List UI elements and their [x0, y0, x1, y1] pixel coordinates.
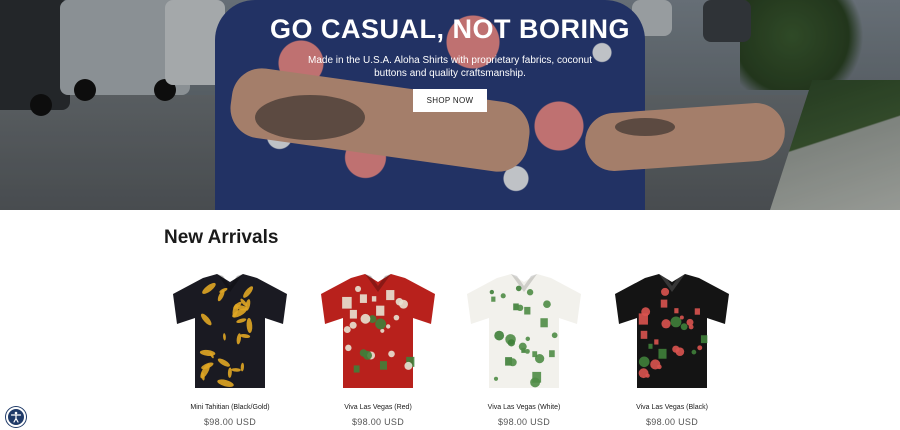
hero-banner: GO CASUAL, NOT BORING Made in the U.S.A.…: [0, 0, 900, 210]
hero-subtitle: Made in the U.S.A. Aloha Shirts with pro…: [307, 55, 593, 79]
product-card[interactable]: Viva Las Vegas (Black) $98.00 USD: [602, 272, 742, 430]
print-motif: [679, 315, 684, 320]
print-motif: [355, 285, 362, 292]
print-motif: [376, 305, 385, 316]
print-motif: [491, 296, 496, 302]
print-motif: [654, 339, 659, 345]
product-card[interactable]: Viva Las Vegas (White) $98.00 USD: [454, 272, 594, 430]
product-image[interactable]: [313, 272, 443, 394]
product-card[interactable]: Mini Tahitian (Black/Gold) $98.00 USD: [160, 272, 300, 430]
print-motif: [540, 318, 548, 328]
print-motif: [661, 287, 670, 296]
print-motif: [694, 308, 700, 315]
print-motif: [388, 350, 395, 358]
print-motif: [508, 358, 517, 367]
print-motif: [375, 318, 387, 330]
product-name[interactable]: Viva Las Vegas (Black): [602, 404, 742, 411]
product-grid: Mini Tahitian (Black/Gold) $98.00 USD Vi…: [160, 272, 750, 430]
product-image[interactable]: [607, 272, 737, 394]
print-motif: [380, 328, 385, 333]
print-motif: [525, 336, 530, 342]
product-name[interactable]: Viva Las Vegas (White): [454, 404, 594, 411]
hero-title: GO CASUAL, NOT BORING: [270, 14, 630, 44]
print-motif: [638, 313, 648, 325]
print-motif: [532, 371, 542, 383]
product-name[interactable]: Mini Tahitian (Black/Gold): [160, 404, 300, 411]
print-motif: [638, 356, 650, 368]
print-motif: [549, 350, 555, 358]
print-motif: [645, 373, 650, 378]
print-motif: [524, 348, 530, 354]
print-motif: [500, 293, 506, 299]
print-motif: [516, 304, 524, 312]
print-motif: [534, 354, 545, 364]
shop-now-button[interactable]: SHOP NOW: [413, 89, 487, 112]
print-motif: [640, 330, 648, 339]
print-motif: [489, 289, 495, 295]
product-name[interactable]: Viva Las Vegas (Red): [308, 404, 448, 411]
print-motif: [515, 285, 522, 292]
new-arrivals-title: New Arrivals: [164, 227, 279, 248]
print-motif: [360, 313, 371, 324]
product-image[interactable]: [165, 272, 295, 394]
print-motif: [386, 324, 391, 329]
print-motif: [359, 294, 367, 303]
print-motif: [543, 300, 551, 309]
print-motif: [343, 326, 351, 334]
print-motif: [353, 365, 360, 373]
print-motif: [526, 289, 534, 296]
product-price: $98.00 USD: [203, 417, 257, 427]
print-motif: [674, 308, 679, 314]
print-motif: [657, 364, 662, 370]
product-image[interactable]: [459, 272, 589, 394]
print-motif: [661, 319, 671, 329]
print-motif: [345, 344, 352, 352]
print-motif: [686, 318, 694, 326]
accessibility-button[interactable]: [6, 407, 26, 427]
print-motif: [342, 296, 352, 309]
print-motif: [518, 342, 527, 351]
print-motif: [691, 349, 697, 355]
print-motif: [675, 347, 685, 356]
accessibility-icon: [10, 411, 22, 423]
print-motif: [393, 314, 400, 321]
print-motif: [524, 306, 531, 315]
print-motif: [349, 321, 357, 329]
print-motif: [349, 309, 357, 319]
product-price: $98.00 USD: [351, 417, 405, 427]
print-motif: [680, 323, 688, 331]
print-motif: [697, 345, 703, 351]
print-motif: [386, 290, 395, 301]
product-card[interactable]: Viva Las Vegas (Red) $98.00 USD: [308, 272, 448, 430]
print-motif: [660, 299, 668, 308]
print-motif: [379, 361, 387, 370]
print-motif: [648, 343, 653, 349]
print-motif: [363, 350, 373, 360]
print-motif: [494, 330, 505, 341]
print-motif: [658, 348, 667, 359]
print-motif: [493, 376, 499, 381]
print-motif: [404, 361, 413, 370]
product-price: $98.00 USD: [497, 417, 551, 427]
print-motif: [551, 332, 558, 339]
product-price: $98.00 USD: [645, 417, 699, 427]
print-motif: [371, 296, 377, 302]
print-motif: [700, 335, 708, 344]
print-motif: [399, 299, 408, 309]
print-motif: [507, 339, 516, 347]
print-motif: [670, 316, 682, 328]
